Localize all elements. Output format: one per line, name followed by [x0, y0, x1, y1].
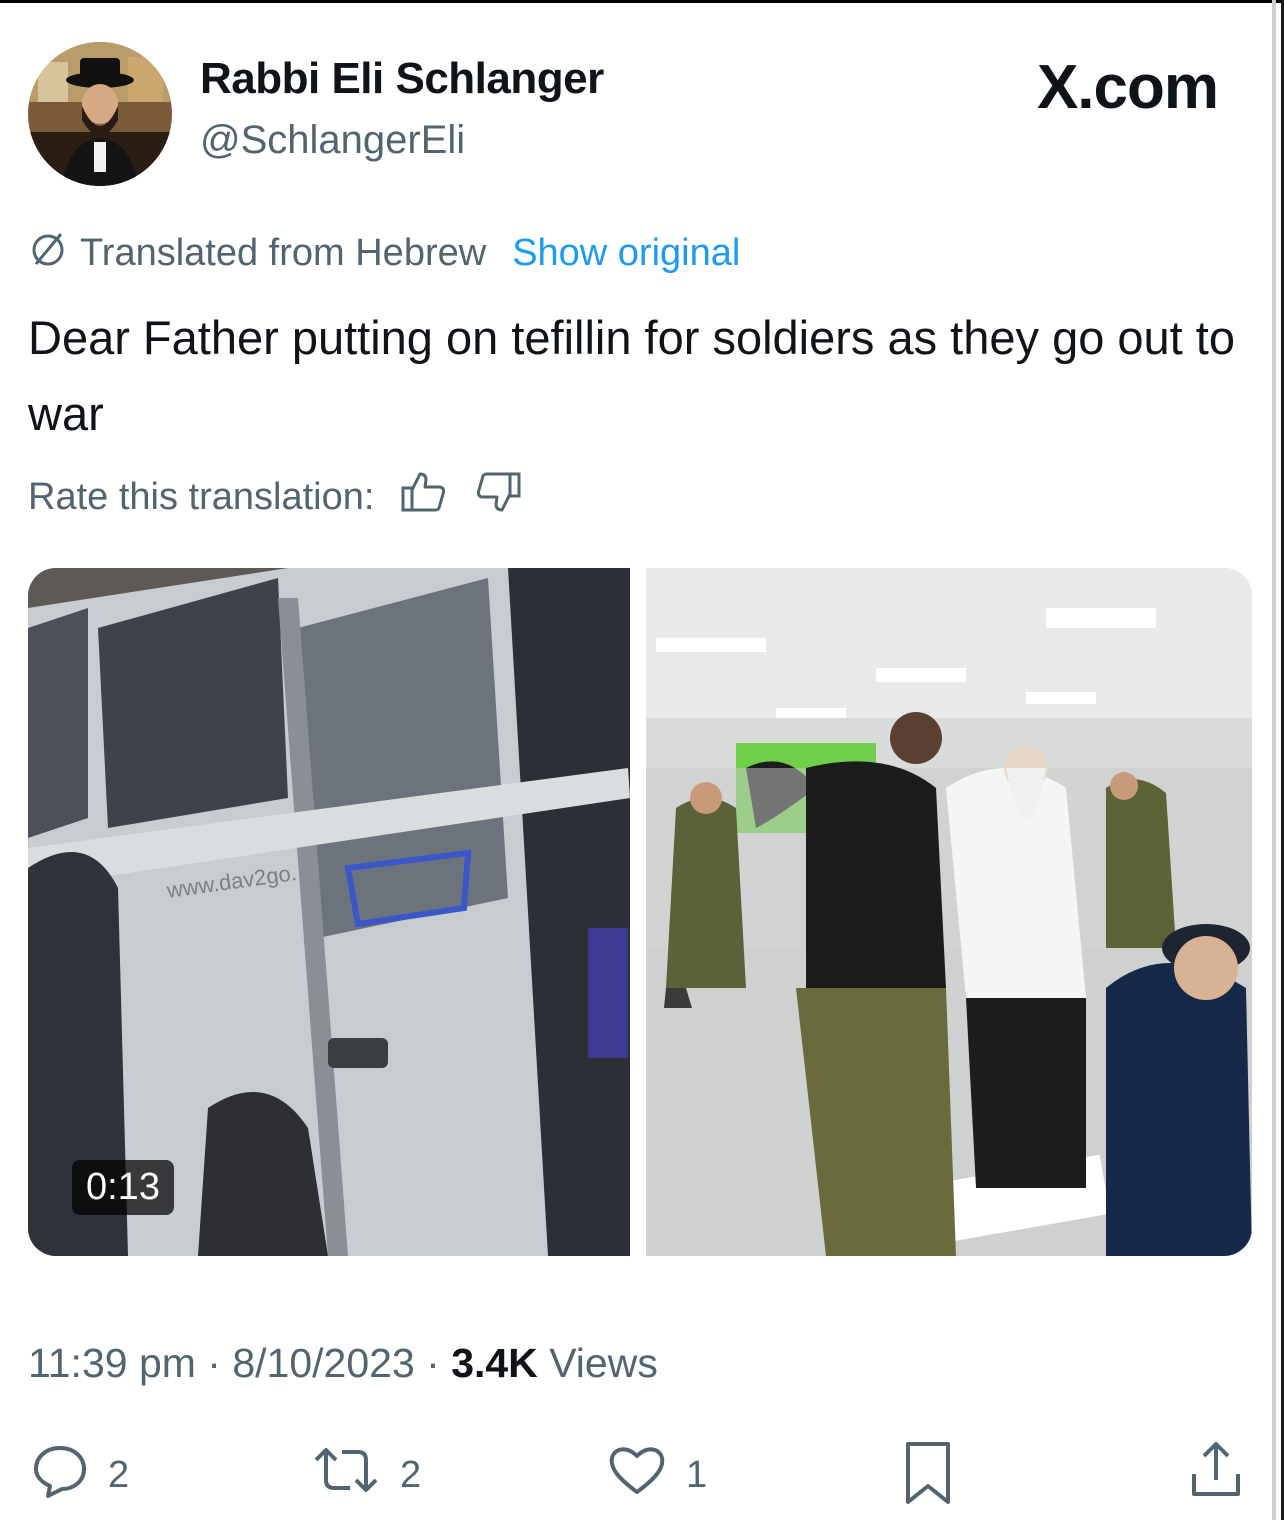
views-label: Views — [549, 1340, 658, 1386]
author-handle[interactable]: @SchlangerEli — [200, 118, 465, 163]
tweet-time[interactable]: 11:39 pm — [28, 1340, 196, 1386]
avatar-image — [28, 42, 172, 186]
tweet-meta: 11:39 pm · 8/10/2023 · 3.4K Views — [28, 1340, 658, 1387]
rate-label: Rate this translation: — [28, 475, 375, 518]
action-bar: 2 2 1 — [0, 1438, 1284, 1518]
bookmark-button[interactable] — [898, 1438, 958, 1518]
tweet-date[interactable]: 8/10/2023 — [232, 1340, 414, 1386]
video-thumbnail[interactable]: www.dav2go. 0:13 — [28, 568, 630, 1256]
video-duration: 0:13 — [72, 1160, 174, 1215]
avatar[interactable] — [28, 42, 172, 186]
views-count: 3.4K — [451, 1340, 538, 1386]
reply-icon — [28, 1438, 92, 1512]
tweet-text: Dear Father putting on tefillin for sold… — [28, 311, 1235, 440]
photo-thumbnail[interactable] — [646, 568, 1252, 1256]
meta-separator-2: · — [414, 1340, 452, 1386]
translation-notice: Translated from Hebrew Show original — [28, 228, 740, 278]
frame-top-border — [0, 0, 1284, 3]
like-button[interactable]: 1 — [604, 1438, 707, 1512]
brand-logo: X.com — [1036, 53, 1219, 122]
reply-button[interactable]: 2 — [28, 1438, 129, 1512]
like-icon — [604, 1438, 670, 1512]
thumbs-down-icon[interactable] — [474, 470, 522, 524]
media-grid: www.dav2go. 0:13 — [28, 568, 1252, 1256]
bookmark-icon — [898, 1438, 958, 1518]
share-button[interactable] — [1184, 1438, 1248, 1512]
translated-label: Translated from Hebrew — [80, 231, 487, 274]
frame-right-border — [1272, 0, 1276, 1520]
show-original-link[interactable]: Show original — [512, 232, 740, 275]
reply-count: 2 — [108, 1453, 130, 1496]
author-name[interactable]: Rabbi Eli Schlanger — [200, 54, 604, 104]
thumbs-up-icon[interactable] — [400, 470, 448, 524]
share-icon — [1184, 1438, 1248, 1512]
rate-translation: Rate this translation: — [28, 470, 522, 524]
meta-separator: · — [195, 1340, 233, 1386]
repost-icon — [308, 1438, 384, 1512]
translate-icon — [28, 228, 68, 278]
repost-count: 2 — [400, 1453, 422, 1496]
like-count: 1 — [686, 1453, 708, 1496]
repost-button[interactable]: 2 — [308, 1438, 421, 1512]
